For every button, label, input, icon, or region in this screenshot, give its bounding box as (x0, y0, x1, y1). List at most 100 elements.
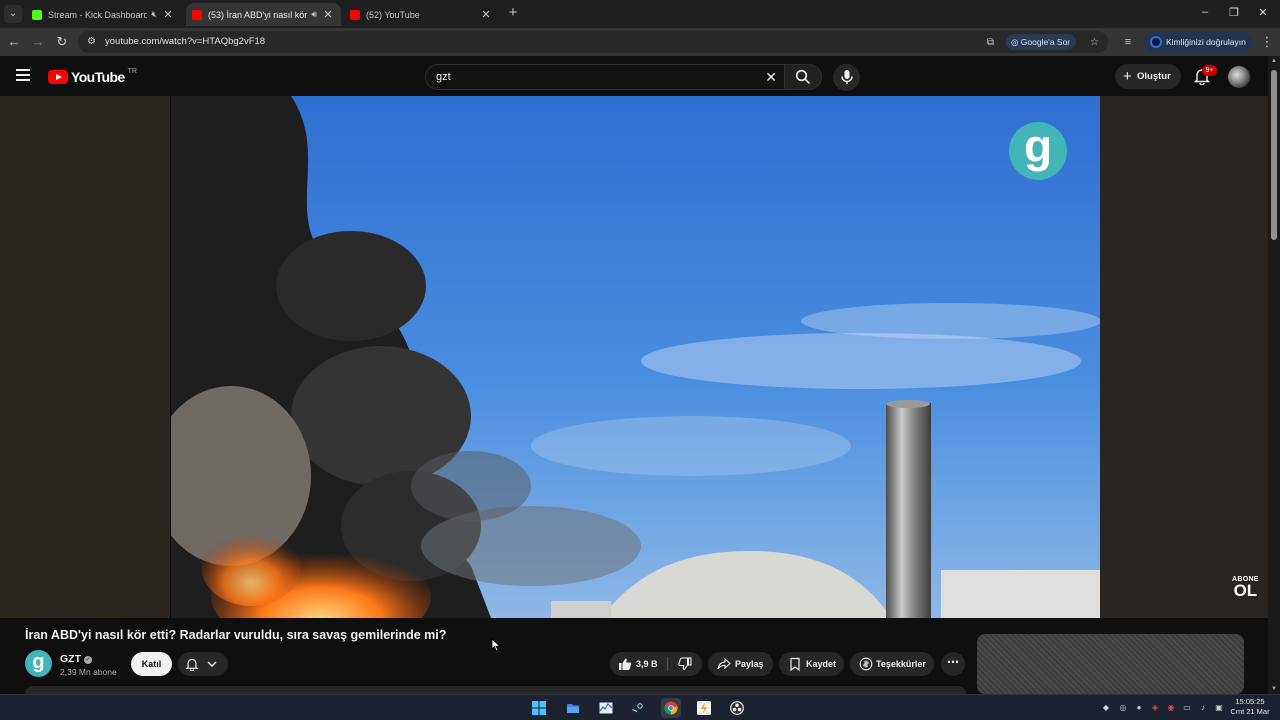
steam-tray-icon[interactable]: ◆ (1101, 703, 1111, 713)
save-button[interactable]: Kaydet (779, 652, 844, 676)
forward-arrow-icon[interactable]: → (30, 34, 46, 50)
minimize-icon[interactable]: – (1198, 6, 1212, 18)
clock-date: Cmt 21 Mar (1230, 707, 1270, 716)
tab-title: Stream - Kick Dashboard (48, 9, 148, 20)
channel-name[interactable]: GZT (60, 653, 81, 665)
subscribe-watermark[interactable]: ABONE OL (1232, 576, 1259, 599)
vpn-tray-icon[interactable]: ◎ (1118, 703, 1128, 713)
microphone-icon (841, 70, 853, 84)
page-scrollbar[interactable]: ▲ ▼ (1268, 56, 1280, 694)
restore-icon[interactable]: ❐ (1227, 6, 1241, 19)
more-actions-icon[interactable]: ⋯ (941, 652, 965, 676)
search-query: gzt (436, 71, 451, 83)
search-icon (795, 69, 811, 85)
ol-text: OL (1233, 581, 1258, 600)
like-button[interactable]: 3,9 B (610, 652, 666, 676)
chrome-icon (664, 701, 678, 715)
lens-icon: ◎ (1011, 37, 1021, 47)
taskbar-obs[interactable] (727, 698, 747, 718)
subscriber-count: 2,39 Mn abone (60, 667, 117, 677)
tab-close-icon[interactable]: ✕ (161, 8, 175, 21)
address-bar[interactable]: ⚙ youtube.com/watch?v=HTAQbg2vF18 ⧉ ◎ Go… (78, 31, 1108, 53)
youtube-logo[interactable]: YouTube TR (48, 67, 137, 85)
speaker-icon[interactable]: 🔊︎ (311, 9, 317, 20)
gzt-watermark-logo: g (1009, 122, 1067, 180)
google-lens-button[interactable]: ◎ Google'a Sor (1006, 34, 1077, 50)
tab-title: (53) İran ABD'yi nasıl kör etti (208, 9, 308, 20)
antivirus-tray-icon[interactable]: ◈ (1150, 703, 1160, 713)
bookmark-star-icon[interactable]: ☆ (1088, 36, 1101, 49)
search-button[interactable] (784, 64, 822, 90)
tab-title: (52) YouTube (366, 9, 420, 20)
tab-close-icon[interactable]: ✕ (321, 8, 335, 21)
tab-search-chevron-icon[interactable]: ⌄ (4, 5, 22, 23)
tab-kick-dashboard[interactable]: Stream - Kick Dashboard 🔇︎ ✕ (26, 3, 181, 26)
taskbar-kick-app[interactable] (694, 698, 714, 718)
clear-search-icon[interactable]: ✕ (765, 69, 777, 86)
new-tab-plus-icon[interactable]: + (505, 5, 521, 21)
windows-logo-icon (532, 701, 546, 715)
tab-youtube-home[interactable]: (52) YouTube ✕ (344, 3, 499, 26)
youtube-masthead: YouTube TR gzt ✕ + Oluştur 9+ (0, 56, 1268, 96)
like-count: 3,9 B (636, 659, 658, 669)
display-tray-icon[interactable]: ▭ (1182, 703, 1192, 713)
video-title: İran ABD'yi nasıl kör etti? Radarlar vur… (25, 628, 447, 642)
thanks-button[interactable]: Teşekkürler (850, 652, 934, 676)
thumbs-down-icon (678, 657, 692, 671)
taskbar-steam[interactable] (628, 698, 648, 718)
muted-speaker-icon[interactable]: 🔇︎ (151, 9, 157, 20)
thanks-label: Teşekkürler (876, 659, 926, 669)
kick-favicon-icon (32, 9, 42, 20)
taskbar-monitor-app[interactable] (596, 698, 616, 718)
tab-close-icon[interactable]: ✕ (479, 8, 493, 21)
start-button[interactable] (529, 698, 549, 718)
like-divider (667, 657, 668, 671)
share-button[interactable]: Paylaş (708, 652, 773, 676)
scroll-up-arrow-icon[interactable]: ▲ (1270, 58, 1278, 64)
reading-list-icon[interactable]: ≡ (1120, 34, 1136, 50)
profile-dot-icon (1150, 36, 1162, 48)
dislike-button[interactable] (670, 652, 702, 676)
join-button[interactable]: Katıl (131, 652, 172, 676)
lightning-app-icon (697, 701, 711, 715)
reload-icon[interactable]: ↻ (54, 34, 70, 50)
site-info-icon[interactable]: ⚙ (87, 36, 99, 48)
channel-name-row[interactable]: GZT ✓ (60, 653, 92, 665)
description-box[interactable] (25, 686, 966, 694)
tab-youtube-video[interactable]: (53) İran ABD'yi nasıl kör etti 🔊︎ ✕ (186, 3, 341, 26)
bell-icon (185, 658, 199, 671)
subscription-bell-button[interactable] (178, 652, 228, 676)
youtube-wordmark: YouTube (71, 69, 125, 85)
back-arrow-icon[interactable]: ← (6, 34, 22, 50)
video-player[interactable] (171, 96, 1100, 618)
notification-count-badge: 9+ (1202, 65, 1217, 76)
verified-check-icon: ✓ (84, 656, 92, 664)
steam-icon (631, 701, 645, 715)
youtube-favicon-icon (192, 9, 202, 20)
sidebar-placeholder-card (977, 634, 1244, 694)
close-window-icon[interactable]: ✕ (1256, 6, 1270, 19)
save-label: Kaydet (806, 659, 837, 669)
verify-identity-button[interactable]: Kimliğinizi doğrulayın (1144, 31, 1252, 53)
network-tray-icon[interactable]: ▣ (1214, 703, 1224, 713)
taskbar-file-explorer[interactable] (563, 698, 583, 718)
system-clock[interactable]: 15:05:25 Cmt 21 Mar (1226, 697, 1274, 717)
browser-menu-icon[interactable]: ⋮ (1259, 34, 1275, 50)
record-tray-icon[interactable]: ◉ (1166, 703, 1176, 713)
hamburger-menu-icon[interactable] (16, 69, 30, 81)
taskbar-chrome[interactable] (661, 698, 681, 718)
mic-tray-icon[interactable]: ● (1134, 703, 1144, 713)
country-code: TR (127, 67, 137, 75)
create-button[interactable]: + Oluştur (1115, 64, 1181, 89)
channel-avatar[interactable]: g (25, 650, 52, 677)
volume-tray-icon[interactable]: ♪ (1198, 703, 1208, 713)
account-avatar[interactable] (1228, 66, 1250, 88)
bookmark-icon (790, 657, 800, 671)
mouse-cursor-icon (491, 638, 501, 652)
scroll-down-arrow-icon[interactable]: ▼ (1270, 686, 1278, 692)
scrollbar-thumb[interactable] (1271, 70, 1277, 240)
install-app-icon[interactable]: ⧉ (984, 36, 997, 49)
voice-search-button[interactable] (833, 64, 860, 91)
search-input[interactable]: gzt ✕ (425, 64, 785, 90)
like-dislike-group: 3,9 B (610, 652, 702, 676)
